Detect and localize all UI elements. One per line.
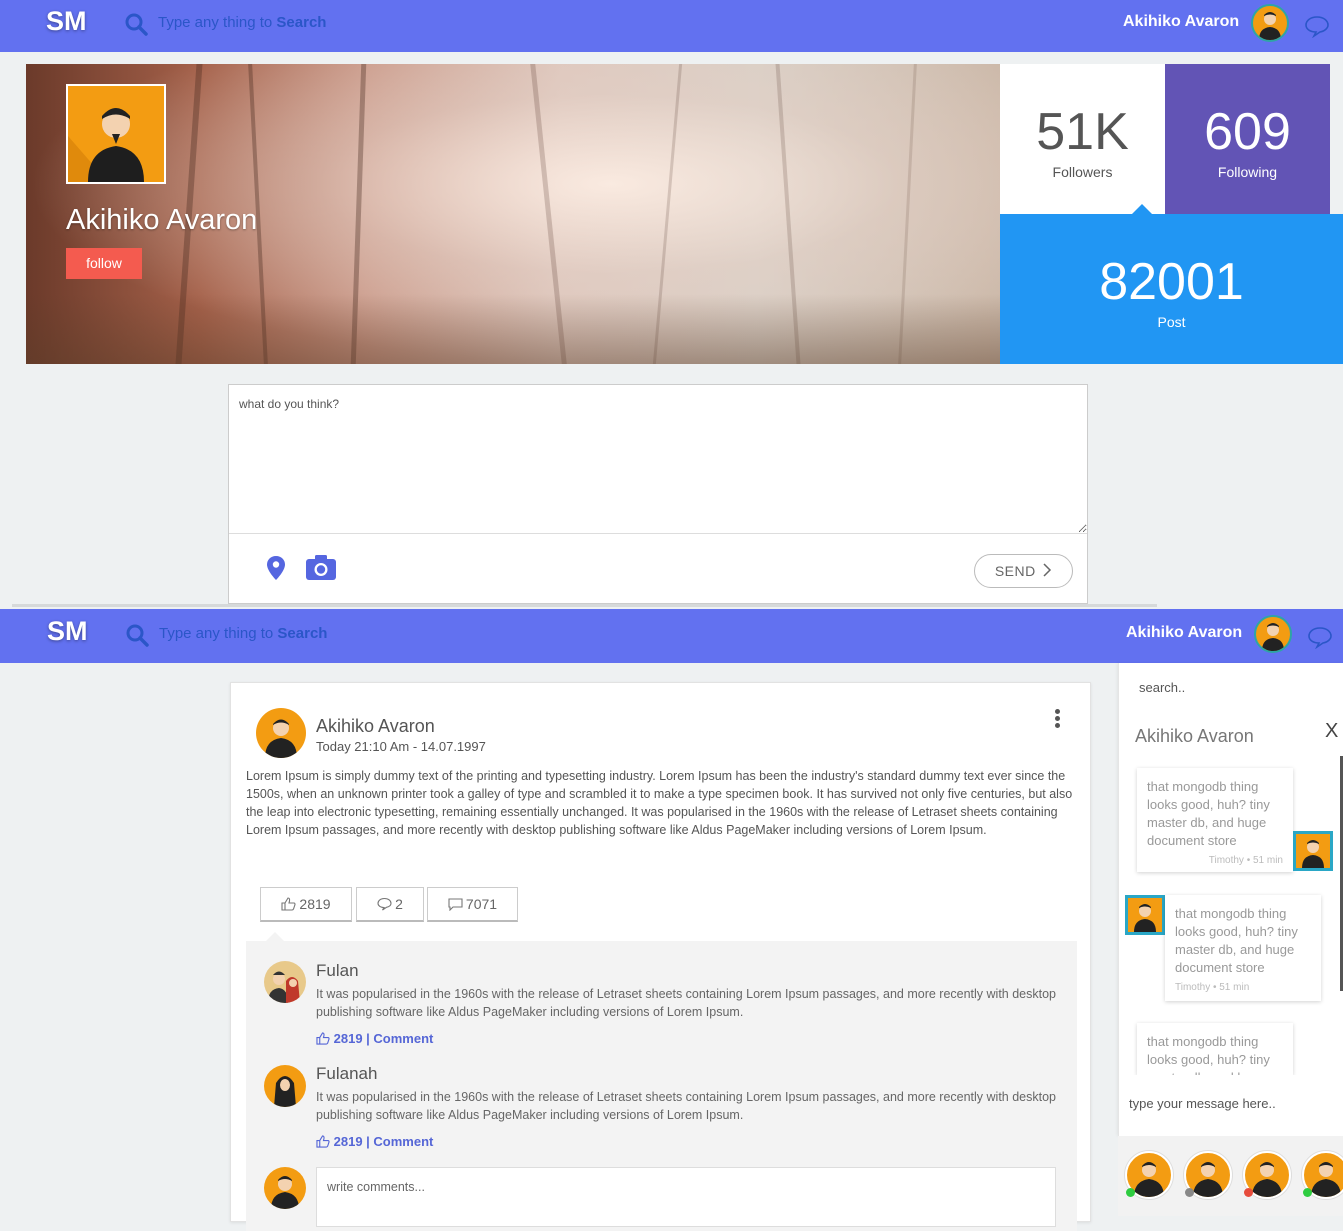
- comment-reply-link[interactable]: | Comment: [366, 1134, 433, 1149]
- online-status-dot: [1126, 1188, 1135, 1197]
- send-label: SEND: [994, 563, 1036, 579]
- chat-bubble-icon[interactable]: [1307, 625, 1333, 649]
- chat-contact-name: Akihiko Avaron: [1135, 726, 1254, 746]
- followers-count: 51K: [1036, 103, 1129, 161]
- profile-name: Akihiko Avaron: [66, 204, 258, 236]
- top-navbar: SM Type any thing to Search Akihiko Avar…: [0, 0, 1343, 52]
- comment-avatar[interactable]: [264, 1065, 306, 1107]
- nav-user-name[interactable]: Akihiko Avaron: [1123, 13, 1239, 31]
- bottom-navbar: SM Type any thing to Search Akihiko Avar…: [0, 609, 1343, 663]
- follow-button[interactable]: follow: [66, 248, 142, 279]
- following-count: 609: [1204, 103, 1291, 161]
- share-button[interactable]: 7071: [427, 887, 518, 922]
- map-pin-icon[interactable]: [265, 555, 287, 581]
- nav-avatar[interactable]: [1254, 615, 1292, 653]
- online-friends-bar: [1118, 1136, 1343, 1216]
- post-count: 82001: [1099, 253, 1244, 311]
- post-timestamp: Today 21:10 Am - 14.07.1997: [316, 739, 486, 754]
- busy-status-dot: [1244, 1188, 1253, 1197]
- comment-author[interactable]: Fulan: [316, 961, 359, 981]
- chevron-right-icon: [1043, 563, 1052, 577]
- post-label: Post: [1157, 314, 1186, 330]
- chat-message-text: that mongodb thing looks good, huh? tiny…: [1147, 1034, 1270, 1075]
- following-label: Following: [1217, 164, 1278, 180]
- search-icon[interactable]: [125, 623, 149, 647]
- post-composer: SEND: [228, 384, 1088, 604]
- cover-image: Akihiko Avaron follow: [26, 64, 1000, 364]
- chat-bubble-icon[interactable]: [1304, 14, 1330, 38]
- post-card: Akihiko Avaron Today 21:10 Am - 14.07.19…: [230, 682, 1091, 1231]
- comment-button[interactable]: 2: [356, 887, 424, 922]
- current-user-avatar: [264, 1167, 306, 1209]
- nav-avatar[interactable]: [1251, 4, 1289, 42]
- comment-text: It was popularised in the 1960s with the…: [316, 987, 1057, 1019]
- away-status-dot: [1185, 1188, 1194, 1197]
- chat-message-meta: Timothy • 51 min: [1175, 982, 1250, 993]
- comment-avatar[interactable]: [264, 961, 306, 1003]
- write-comment-input[interactable]: write comments...: [316, 1167, 1056, 1227]
- search-input[interactable]: Type any thing to Search: [159, 625, 327, 642]
- nav-user-name[interactable]: Akihiko Avaron: [1126, 624, 1242, 642]
- comment-author[interactable]: Fulanah: [316, 1064, 377, 1084]
- chat-message: that mongodb thing looks good, huh? tiny…: [1165, 895, 1321, 1001]
- thumbs-up-icon: [281, 897, 296, 911]
- chat-panel: search.. Akihiko Avaron X that mongodb t…: [1118, 663, 1343, 1136]
- comment-actions[interactable]: 2819 | Comment: [316, 1031, 433, 1046]
- thumbs-up-icon: [316, 1032, 330, 1045]
- followers-label: Followers: [1052, 164, 1113, 180]
- comment-actions[interactable]: 2819 | Comment: [316, 1134, 433, 1149]
- search-placeholder: Type any thing to: [159, 625, 274, 642]
- post-stat[interactable]: 82001 Post: [1000, 214, 1343, 364]
- chat-message-text: that mongodb thing looks good, huh? tiny…: [1147, 779, 1270, 848]
- online-status-dot: [1303, 1188, 1312, 1197]
- chat-search-input[interactable]: search..: [1139, 680, 1185, 695]
- divider: [12, 604, 1157, 607]
- profile-picture[interactable]: [66, 84, 166, 184]
- chat-message-input[interactable]: type your message here..: [1129, 1096, 1276, 1111]
- stat-pointer: [1132, 204, 1152, 214]
- search-placeholder-strong: Search: [276, 14, 327, 31]
- search-icon[interactable]: [124, 12, 148, 36]
- like-button[interactable]: 2819: [260, 887, 352, 922]
- chat-message: that mongodb thing looks good, huh? tiny…: [1137, 768, 1293, 872]
- chat-message: that mongodb thing looks good, huh? tiny…: [1137, 1023, 1293, 1075]
- search-input[interactable]: Type any thing to Search: [158, 14, 326, 31]
- comment-like-count: 2819: [333, 1134, 363, 1149]
- post-body: Lorem Ipsum is simply dummy text of the …: [246, 769, 1073, 837]
- search-placeholder-strong: Search: [277, 625, 328, 642]
- thumbs-up-icon: [316, 1135, 330, 1148]
- post-author-avatar[interactable]: [256, 708, 306, 758]
- post-author-name[interactable]: Akihiko Avaron: [316, 716, 435, 737]
- chat-avatar: [1293, 831, 1333, 871]
- chat-message-text: that mongodb thing looks good, huh? tiny…: [1175, 906, 1298, 975]
- search-placeholder: Type any thing to: [158, 14, 273, 31]
- comment-text: It was popularised in the 1960s with the…: [316, 1090, 1057, 1122]
- following-stat[interactable]: 609 Following: [1165, 64, 1330, 214]
- comments-section: Fulan It was popularised in the 1960s wi…: [246, 932, 1077, 1231]
- send-button[interactable]: SEND: [974, 554, 1073, 588]
- camera-icon[interactable]: [305, 553, 337, 581]
- comment-like-count: 2819: [333, 1031, 363, 1046]
- share-count: 7071: [465, 896, 498, 912]
- logo[interactable]: SM: [47, 616, 88, 647]
- followers-stat[interactable]: 51K Followers: [1000, 64, 1165, 214]
- comment-count: 2: [395, 896, 403, 912]
- chat-close-button[interactable]: X: [1325, 720, 1338, 743]
- comment-icon: [377, 897, 392, 911]
- more-options-icon[interactable]: [1051, 709, 1063, 731]
- like-count: 2819: [299, 896, 331, 912]
- logo[interactable]: SM: [46, 6, 87, 37]
- chat-message-meta: Timothy • 51 min: [1208, 855, 1283, 866]
- comment-reply-link[interactable]: | Comment: [366, 1031, 433, 1046]
- message-square-icon: [448, 898, 463, 912]
- chat-avatar: [1125, 895, 1165, 935]
- composer-textarea[interactable]: [229, 385, 1087, 534]
